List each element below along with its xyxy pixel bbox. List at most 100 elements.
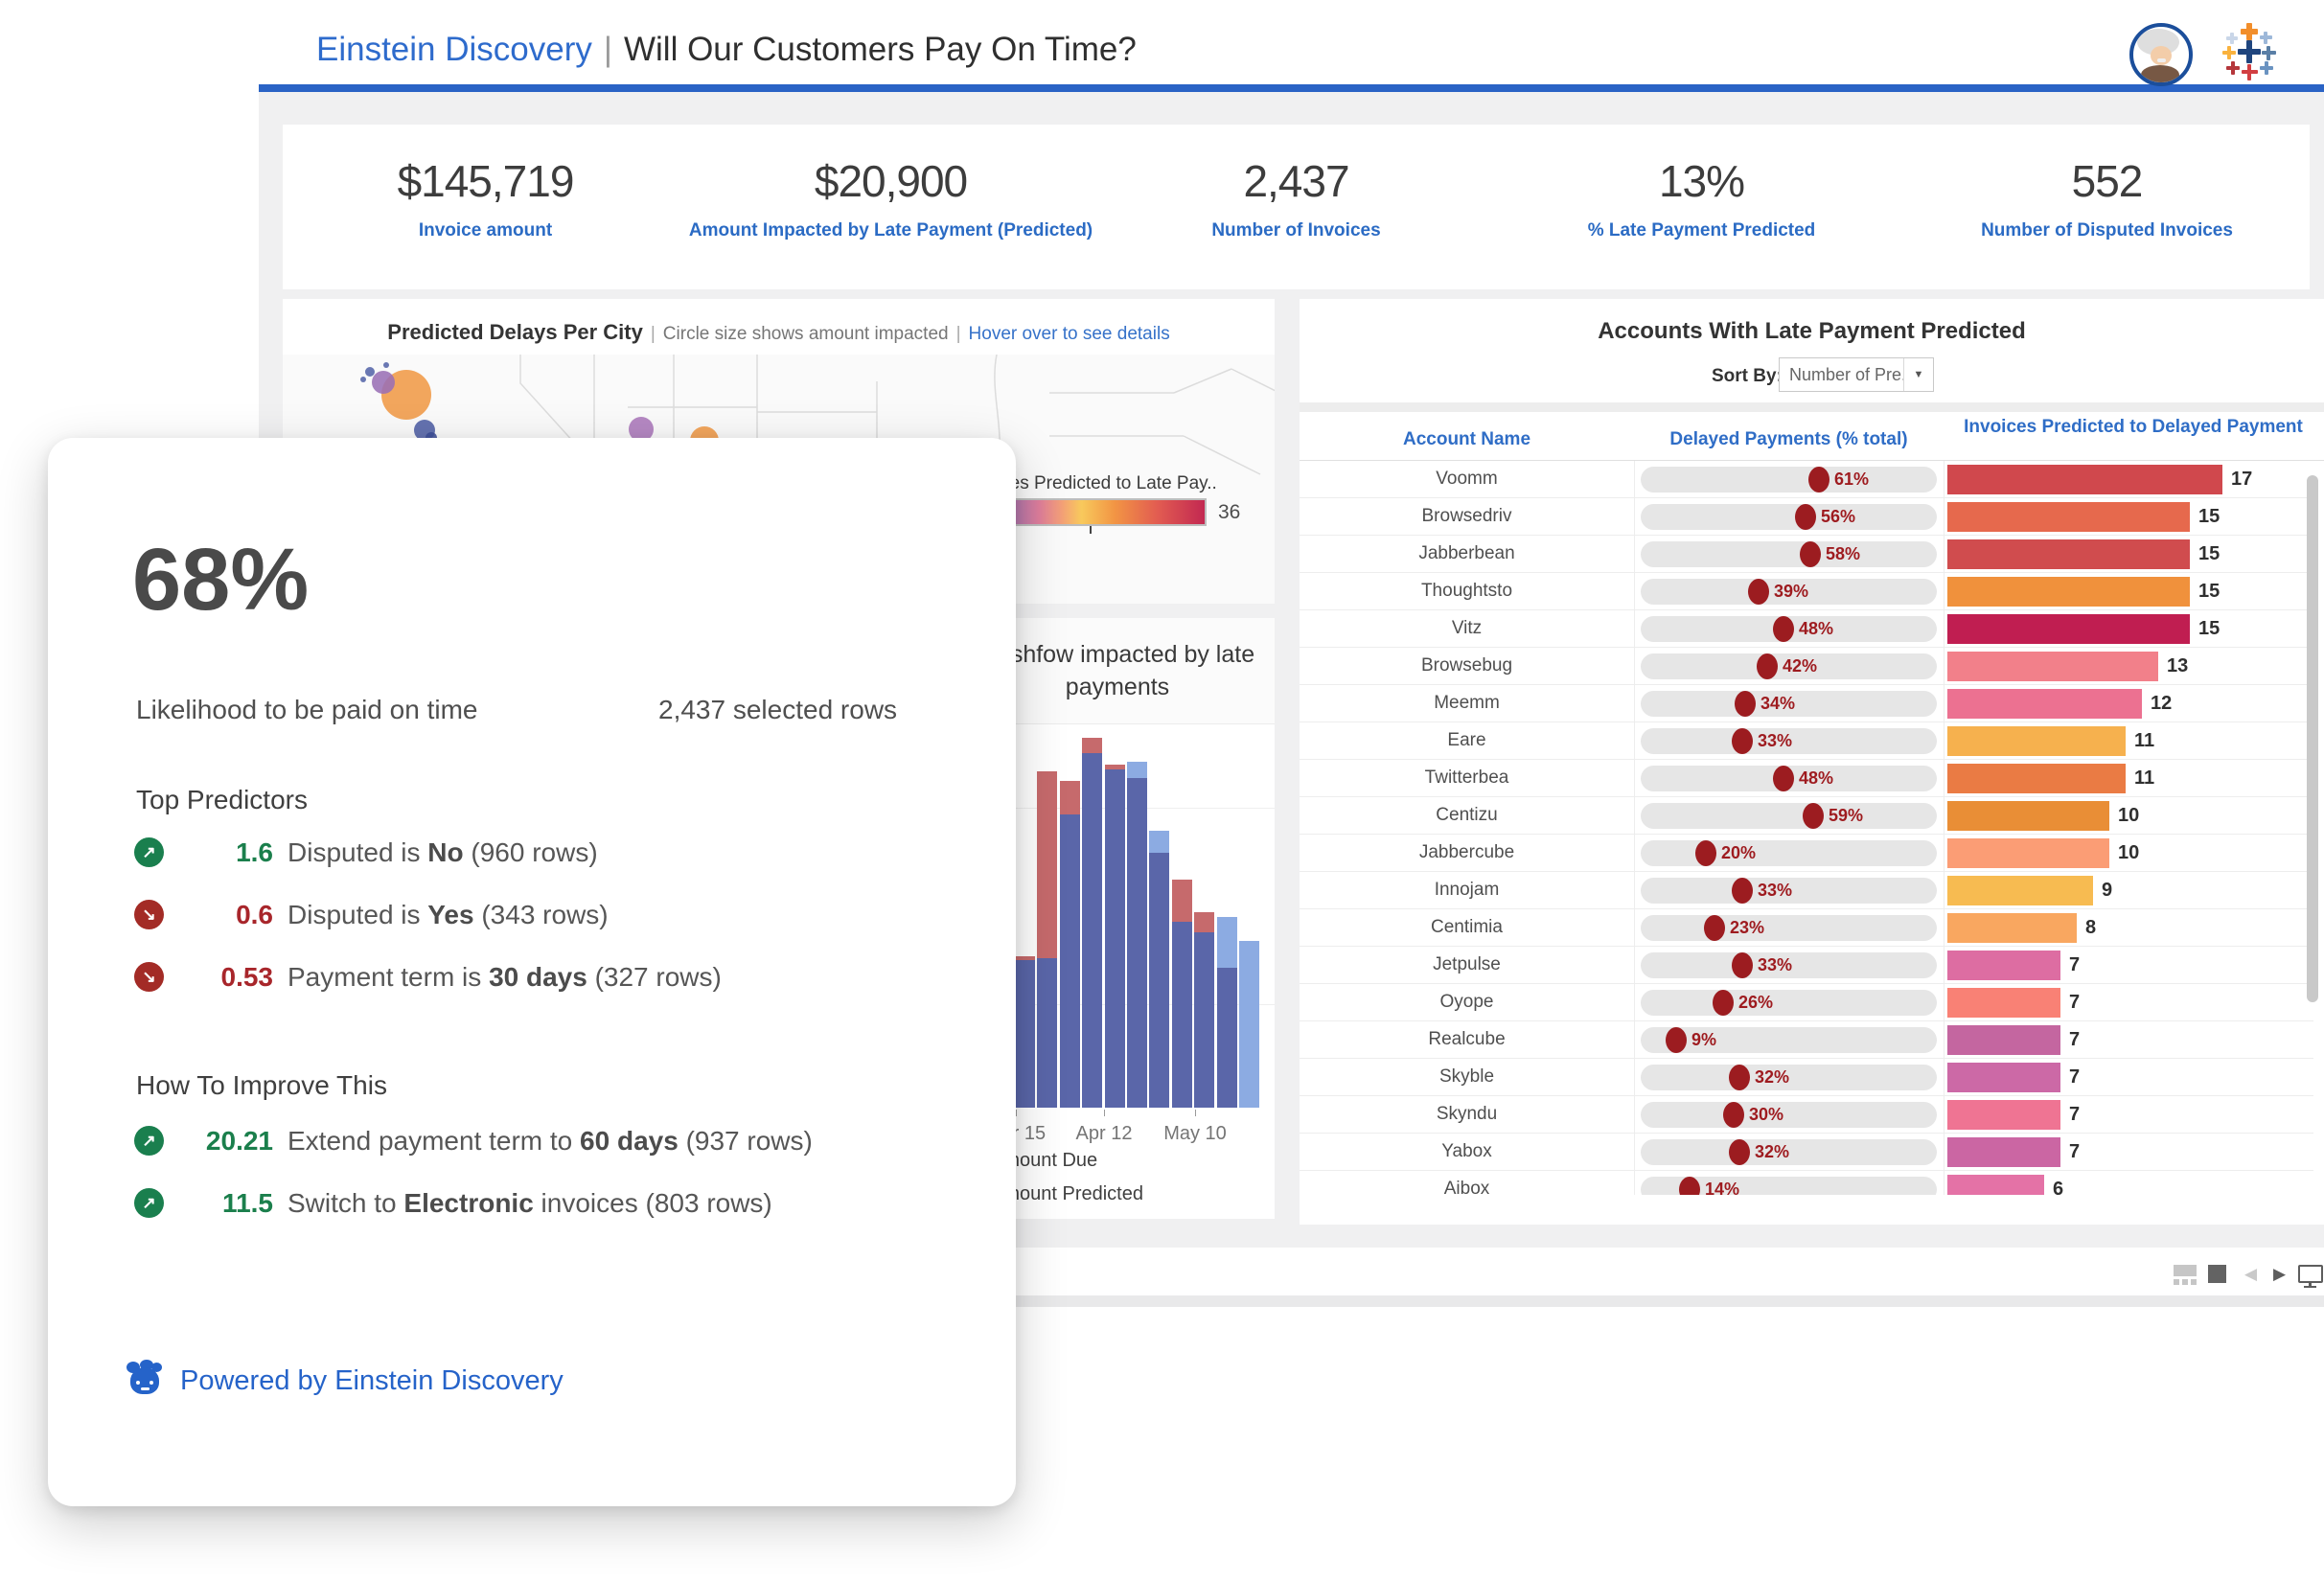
column-header-delayed-payments[interactable]: Delayed Payments (% total)	[1634, 416, 1944, 450]
table-row[interactable]: Centimia23%8	[1300, 909, 2313, 947]
invoices-count: 15	[2198, 581, 2220, 603]
invoices-bar[interactable]	[1947, 764, 2126, 793]
cashflow-bar[interactable]	[1037, 771, 1057, 1108]
powered-by-link[interactable]: Powered by Einstein Discovery	[180, 1365, 564, 1397]
invoices-bar[interactable]	[1947, 465, 2222, 494]
invoices-bar[interactable]	[1947, 726, 2126, 756]
table-row[interactable]: Realcube9%7	[1300, 1021, 2313, 1059]
invoices-bar[interactable]	[1947, 1100, 2060, 1130]
delayed-dot[interactable]	[1732, 728, 1753, 754]
invoices-bar[interactable]	[1947, 801, 2109, 831]
delayed-dot[interactable]	[1732, 878, 1753, 904]
table-row[interactable]: Jetpulse33%7	[1300, 947, 2313, 984]
sort-by-dropdown[interactable]: Number of Pre... ▼	[1779, 357, 1934, 392]
invoices-bar[interactable]	[1947, 614, 2190, 644]
map-title-sep1: |	[643, 324, 663, 344]
invoices-bar[interactable]	[1947, 838, 2109, 868]
invoices-bar[interactable]	[1947, 539, 2190, 569]
delayed-dot[interactable]	[1732, 952, 1753, 978]
delayed-dot[interactable]	[1803, 803, 1824, 829]
cashflow-bar[interactable]	[1060, 781, 1080, 1108]
delayed-dot[interactable]	[1773, 766, 1794, 791]
delayed-dot[interactable]	[1695, 840, 1716, 866]
invoices-bar[interactable]	[1947, 913, 2077, 943]
cashflow-bar[interactable]	[1172, 880, 1192, 1108]
invoices-bar[interactable]	[1947, 689, 2142, 719]
table-row[interactable]: Vitz48%15	[1300, 610, 2313, 648]
invoices-bar[interactable]	[1947, 876, 2093, 905]
tableau-logo-icon[interactable]	[2221, 25, 2279, 82]
invoices-bar[interactable]	[1947, 502, 2190, 532]
hover-details-link[interactable]: Hover over to see details	[969, 324, 1170, 344]
prev-arrow-icon[interactable]: ◀	[2244, 1265, 2257, 1284]
table-row[interactable]: Skyble32%7	[1300, 1059, 2313, 1096]
table-row[interactable]: Oyope26%7	[1300, 984, 2313, 1021]
city-bubble[interactable]	[365, 367, 375, 377]
cashflow-bar[interactable]	[1105, 765, 1125, 1108]
delayed-pct-label: 39%	[1774, 582, 1808, 602]
next-arrow-icon[interactable]: ▶	[2273, 1265, 2286, 1284]
delayed-dot[interactable]	[1713, 990, 1734, 1016]
segment-amount-base	[1149, 853, 1169, 1108]
delayed-pct-label: 23%	[1730, 918, 1764, 938]
square-icon[interactable]	[2208, 1265, 2226, 1283]
einstein-discovery-card: 68% Likelihood to be paid on time 2,437 …	[48, 438, 1016, 1506]
city-bubble[interactable]	[383, 362, 389, 368]
delayed-dot[interactable]	[1729, 1065, 1750, 1090]
invoices-bar[interactable]	[1947, 652, 2158, 681]
delayed-dot[interactable]	[1666, 1027, 1687, 1053]
table-row[interactable]: Jabbercube20%10	[1300, 835, 2313, 872]
invoices-bar[interactable]	[1947, 1175, 2044, 1195]
table-row[interactable]: Voomm61%17	[1300, 461, 2313, 498]
table-row[interactable]: Eare33%11	[1300, 722, 2313, 760]
cashflow-bar[interactable]	[1015, 956, 1035, 1108]
table-row[interactable]: Jabberbean58%15	[1300, 536, 2313, 573]
delayed-dot[interactable]	[1729, 1139, 1750, 1165]
column-header-account-name[interactable]: Account Name	[1300, 416, 1634, 450]
delayed-dot[interactable]	[1800, 541, 1821, 567]
delayed-dot[interactable]	[1723, 1102, 1744, 1128]
account-name: Jetpulse	[1300, 947, 1635, 983]
delayed-dot[interactable]	[1757, 653, 1778, 679]
delayed-dot[interactable]	[1808, 467, 1829, 493]
chevron-down-icon[interactable]: ▼	[1903, 358, 1933, 391]
table-row[interactable]: Browsebug42%13	[1300, 648, 2313, 685]
table-row[interactable]: Aibox14%6	[1300, 1171, 2313, 1195]
presentation-icon[interactable]	[2298, 1265, 2323, 1283]
invoices-bar[interactable]	[1947, 1063, 2060, 1092]
invoices-bar[interactable]	[1947, 1025, 2060, 1055]
cashflow-bar[interactable]	[1194, 912, 1214, 1108]
city-bubble[interactable]	[360, 377, 366, 382]
delayed-dot[interactable]	[1704, 915, 1725, 941]
delayed-dot[interactable]	[1748, 579, 1769, 605]
invoices-bar[interactable]	[1947, 577, 2190, 607]
cashflow-bar[interactable]	[1239, 941, 1259, 1108]
table-row[interactable]: Thoughtsto39%15	[1300, 573, 2313, 610]
predictor-row: ↗1.6Disputed is No (960 rows)	[134, 836, 978, 874]
invoices-bar[interactable]	[1947, 951, 2060, 980]
delayed-dot[interactable]	[1773, 616, 1794, 642]
column-header-invoices-predicted[interactable]: Invoices Predicted to Delayed Payment	[1961, 416, 2306, 439]
invoices-bar[interactable]	[1947, 988, 2060, 1018]
city-bubble[interactable]	[372, 371, 395, 394]
invoices-bar[interactable]	[1947, 1137, 2060, 1167]
cashflow-bar[interactable]	[1217, 917, 1237, 1108]
accounts-scrollbar[interactable]	[2307, 475, 2318, 1002]
table-row[interactable]: Innojam33%9	[1300, 872, 2313, 909]
cashflow-bar[interactable]	[1127, 762, 1147, 1108]
predictor-value: 20.21	[163, 1126, 273, 1157]
grid-icon[interactable]	[2174, 1265, 2197, 1284]
table-row[interactable]: Yabox32%7	[1300, 1134, 2313, 1171]
delayed-dot[interactable]	[1795, 504, 1816, 530]
delayed-dot[interactable]	[1679, 1177, 1700, 1195]
table-row[interactable]: Meemm34%12	[1300, 685, 2313, 722]
table-row[interactable]: Centizu59%10	[1300, 797, 2313, 835]
cashflow-bar[interactable]	[1082, 738, 1102, 1108]
table-row[interactable]: Browsedriv56%15	[1300, 498, 2313, 536]
table-row[interactable]: Twitterbea48%11	[1300, 760, 2313, 797]
invoices-count: 7	[2069, 954, 2080, 976]
delayed-dot[interactable]	[1735, 691, 1756, 717]
dashboard-title: Will Our Customers Pay On Time?	[624, 31, 1137, 68]
cashflow-bar[interactable]	[1149, 831, 1169, 1108]
table-row[interactable]: Skyndu30%7	[1300, 1096, 2313, 1134]
